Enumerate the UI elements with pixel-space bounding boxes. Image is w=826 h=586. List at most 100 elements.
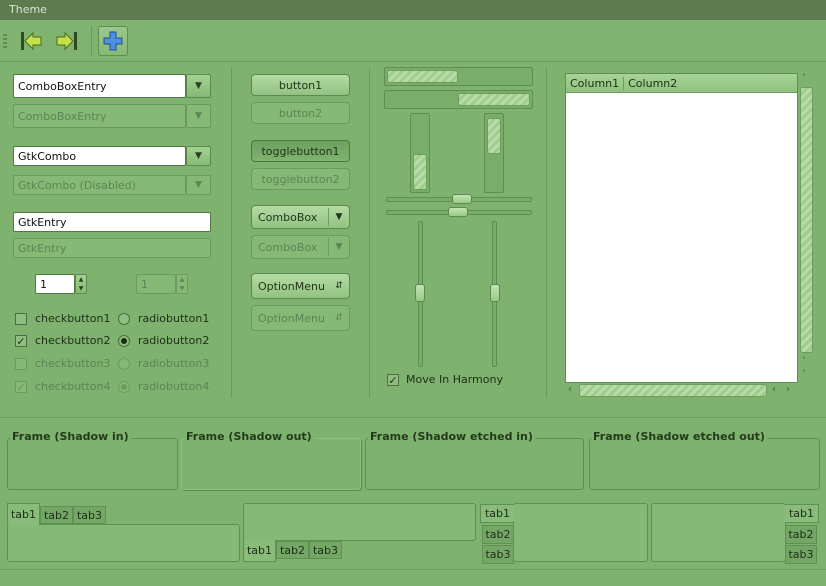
updown-icon: ⇵ xyxy=(335,313,343,323)
button1[interactable]: button1 xyxy=(251,74,350,96)
vscale-2-slider[interactable] xyxy=(490,284,500,302)
radiobutton3-label: radiobutton3 xyxy=(138,357,210,370)
frame-shadow-etched-out-label: Frame (Shadow etched out) xyxy=(591,430,767,443)
notebook-top-tab2[interactable]: tab2 xyxy=(40,506,73,524)
notebook-left-page xyxy=(513,503,648,562)
add-icon xyxy=(103,31,123,51)
chevron-up-icon[interactable]: ˄ xyxy=(802,73,806,82)
column-separator xyxy=(231,68,232,398)
treeview-vscrollbar[interactable]: ˄ ˄ ˅ xyxy=(800,73,813,383)
comboboxentry-input[interactable]: ComboBoxEntry xyxy=(13,74,186,98)
notebook-left-tab1[interactable]: tab1 xyxy=(480,504,514,523)
chevron-down-icon: ▼ xyxy=(195,81,202,91)
gtkcombo-dropdown-button[interactable]: ▼ xyxy=(186,146,211,166)
notebook-top-tab1[interactable]: tab1 xyxy=(7,503,40,525)
combobox[interactable]: ComboBox ▼ xyxy=(251,205,350,229)
vscrollbar-thumb[interactable] xyxy=(800,87,813,353)
combobox-label: ComboBox xyxy=(258,210,318,224)
add-button[interactable] xyxy=(98,26,128,56)
togglebutton1[interactable]: togglebutton1 xyxy=(251,140,350,162)
column-header-1[interactable]: Column1 xyxy=(566,76,625,90)
spinbutton-arrows[interactable]: ▲ ▼ xyxy=(75,274,87,294)
treeview-hscrollbar[interactable]: ‹ ‹ › xyxy=(565,384,798,397)
checkbutton1[interactable] xyxy=(15,313,27,325)
notebook-bottom-tab1[interactable]: tab1 xyxy=(243,540,276,562)
progressbar-horizontal-2 xyxy=(384,90,533,109)
checkbutton3-label: checkbutton3 xyxy=(35,357,111,370)
vscale-1-slider[interactable] xyxy=(415,284,425,302)
optionmenu-disabled-label: OptionMenu xyxy=(258,311,325,325)
combobox-disabled: ComboBox ▼ xyxy=(251,235,350,259)
combobox-disabled-label: ComboBox xyxy=(258,240,318,254)
treeview[interactable]: Column1 Column2 xyxy=(565,73,798,383)
optionmenu-disabled: OptionMenu ⇵ xyxy=(251,305,350,331)
hscrollbar-thumb[interactable] xyxy=(579,384,767,397)
go-last-button[interactable] xyxy=(52,26,82,56)
gtkcombo-input[interactable]: GtkCombo xyxy=(13,146,186,166)
notebook-right-tab2[interactable]: tab2 xyxy=(785,525,817,544)
notebook-right-page xyxy=(651,503,786,562)
checkbutton4: ✓ xyxy=(15,381,27,393)
notebook-bottom-page xyxy=(243,503,476,541)
column-header-2[interactable]: Column2 xyxy=(624,77,681,90)
spin-down-icon: ▼ xyxy=(179,285,185,292)
notebook-top-page xyxy=(7,524,240,562)
window-title: Theme xyxy=(9,3,47,16)
notebook-right-tab1[interactable]: tab1 xyxy=(785,504,819,523)
checkbutton2[interactable]: ✓ xyxy=(15,335,27,347)
checkbutton3 xyxy=(15,358,27,370)
optionmenu[interactable]: OptionMenu ⇵ xyxy=(251,273,350,299)
gtkentry-disabled-input: GtkEntry xyxy=(13,238,211,258)
button2: button2 xyxy=(251,102,350,124)
notebook-right-tab3[interactable]: tab3 xyxy=(785,545,817,564)
spin-up-icon[interactable]: ▲ xyxy=(79,275,84,284)
notebook-left-tab3[interactable]: tab3 xyxy=(482,545,514,564)
frame-shadow-etched-in xyxy=(365,438,584,490)
hscale-1-slider[interactable] xyxy=(452,194,472,204)
notebook-bottom-tab2[interactable]: tab2 xyxy=(276,541,309,559)
radiobutton4 xyxy=(118,381,130,393)
go-first-button[interactable] xyxy=(16,26,46,56)
progressbar-vertical-2 xyxy=(484,113,504,193)
statusbar-separator xyxy=(0,569,826,570)
frame-shadow-out xyxy=(181,438,361,490)
chevron-left-icon[interactable]: ‹ xyxy=(772,384,776,395)
chevron-down-icon: ▼ xyxy=(335,242,343,252)
spinbutton-input[interactable]: 1 xyxy=(35,274,75,294)
spinbutton-disabled-arrows: ▲ ▼ xyxy=(176,274,188,294)
notebook-left-tab2[interactable]: tab2 xyxy=(482,525,514,544)
notebook-top-tab3[interactable]: tab3 xyxy=(73,506,106,524)
frame-shadow-etched-in-label: Frame (Shadow etched in) xyxy=(368,430,535,443)
chevron-down-icon[interactable]: ˅ xyxy=(802,369,806,378)
gtkentry-input[interactable]: GtkEntry xyxy=(13,212,211,232)
chevron-down-icon: ▼ xyxy=(335,212,343,222)
notebook-bottom-tab3[interactable]: tab3 xyxy=(309,541,342,559)
radiobutton1[interactable] xyxy=(118,313,130,325)
chevron-up-icon[interactable]: ˄ xyxy=(802,356,806,365)
progressbar-fill xyxy=(413,154,427,190)
chevron-down-icon: ▼ xyxy=(195,151,202,161)
gtkcombo-disabled-input: GtkCombo (Disabled) xyxy=(13,175,186,195)
radiobutton1-label: radiobutton1 xyxy=(138,312,210,325)
radiobutton3 xyxy=(118,358,130,370)
hscale-2-slider[interactable] xyxy=(448,207,468,217)
frame-shadow-in xyxy=(7,438,178,490)
move-in-harmony-checkbox[interactable]: ✓ xyxy=(387,374,399,386)
chevron-right-icon[interactable]: › xyxy=(786,384,790,395)
comboboxentry-dropdown-button[interactable]: ▼ xyxy=(186,74,211,98)
radiobutton2[interactable] xyxy=(118,335,130,347)
spinbutton-disabled-input: 1 xyxy=(136,274,176,294)
treeview-header: Column1 Column2 xyxy=(566,74,797,93)
checkmark-icon: ✓ xyxy=(16,334,26,348)
progressbar-vertical-1 xyxy=(410,113,430,193)
gtkcombo-disabled-dropdown-button: ▼ xyxy=(186,175,211,195)
checkbutton4-label: checkbutton4 xyxy=(35,380,111,393)
chevron-left-icon[interactable]: ‹ xyxy=(568,384,572,395)
toolbar-separator xyxy=(91,26,92,56)
radiobutton2-label: radiobutton2 xyxy=(138,334,210,347)
spin-down-icon[interactable]: ▼ xyxy=(79,284,84,293)
toolbar-grip[interactable] xyxy=(3,34,7,48)
chevron-down-icon: ▼ xyxy=(195,180,202,190)
window-titlebar: Theme xyxy=(0,0,826,20)
checkbutton2-label: checkbutton2 xyxy=(35,334,111,347)
